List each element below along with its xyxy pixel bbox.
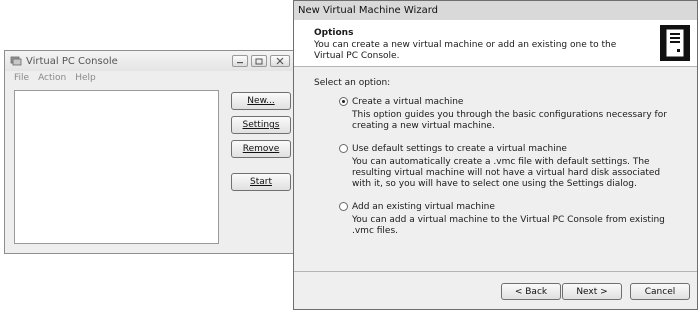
option-description: You can automatically create a .vmc file… — [352, 157, 661, 189]
wizard-title: New Virtual Machine Wizard — [298, 5, 438, 16]
console-title: Virtual PC Console — [26, 55, 118, 67]
remove-button[interactable]: Remove — [231, 140, 291, 158]
wizard-body: Select an option: Create a virtual machi… — [294, 67, 697, 272]
minimize-button[interactable] — [232, 55, 248, 67]
select-option-label: Select an option: — [314, 78, 391, 88]
virtual-pc-icon — [10, 55, 22, 67]
console-menu-bar: File Action Help — [5, 71, 295, 85]
virtual-machine-list[interactable] — [14, 90, 219, 244]
menu-help[interactable]: Help — [75, 73, 96, 83]
wizard-header-title: Options — [314, 28, 354, 38]
minimize-icon — [237, 62, 243, 64]
option-description: This option guides you through the basic… — [352, 110, 667, 131]
back-button[interactable]: < Back — [501, 283, 561, 300]
computer-tower-icon — [660, 25, 690, 61]
option-label[interactable]: Create a virtual machine — [352, 97, 463, 107]
radio-create-vm[interactable] — [339, 97, 348, 106]
maximize-icon — [255, 58, 263, 64]
close-button[interactable] — [270, 55, 290, 67]
wizard-footer: < Back Next > Cancel — [294, 271, 697, 309]
wizard-header: Options You can create a new virtual mac… — [294, 20, 697, 67]
next-button[interactable]: Next > — [562, 283, 622, 300]
cancel-button[interactable]: Cancel — [630, 283, 690, 300]
maximize-button[interactable] — [251, 55, 267, 67]
radio-add-existing-vm[interactable] — [339, 202, 348, 211]
start-button[interactable]: Start — [231, 173, 291, 191]
wizard-header-description: You can create a new virtual machine or … — [314, 40, 617, 61]
option-label[interactable]: Use default settings to create a virtual… — [352, 144, 567, 154]
settings-button[interactable]: Settings — [231, 116, 291, 134]
radio-default-settings[interactable] — [339, 144, 348, 153]
option-label[interactable]: Add an existing virtual machine — [352, 202, 495, 212]
console-title-bar: Virtual PC Console — [5, 51, 295, 71]
virtual-pc-console-window: Virtual PC Console File Action Help New.… — [4, 50, 296, 254]
new-button[interactable]: New... — [231, 92, 291, 110]
menu-file[interactable]: File — [14, 73, 29, 83]
wizard-title-bar: New Virtual Machine Wizard — [294, 1, 697, 20]
option-description: You can add a virtual machine to the Vir… — [352, 215, 665, 236]
menu-action[interactable]: Action — [38, 73, 66, 83]
close-icon — [276, 57, 284, 65]
new-virtual-machine-wizard: New Virtual Machine Wizard Options You c… — [293, 0, 698, 310]
